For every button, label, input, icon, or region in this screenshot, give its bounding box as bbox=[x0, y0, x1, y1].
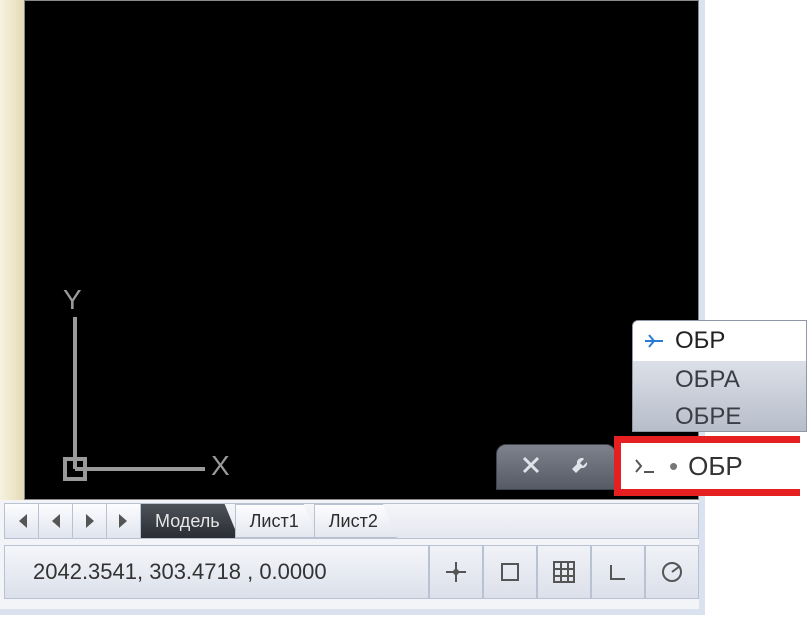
suggestion-label: ОБРЕ bbox=[675, 403, 741, 431]
tab-nav-prev[interactable] bbox=[39, 504, 73, 538]
app-frame: Y X Модель Лист1 Лист2 2042.3541, 303.47… bbox=[0, 0, 705, 615]
wrench-icon[interactable] bbox=[569, 454, 591, 481]
command-suggestions-popup: ОБР ОБРА ОБРЕ bbox=[632, 320, 807, 432]
tab-nav-next[interactable] bbox=[73, 504, 107, 538]
tab-model[interactable]: Модель bbox=[141, 504, 239, 538]
status-toggle-ortho-icon[interactable] bbox=[590, 546, 644, 598]
suggestion-label: ОБР bbox=[675, 327, 725, 355]
layout-tabbar: Модель Лист1 Лист2 bbox=[4, 503, 699, 539]
cursor-coordinates: 2042.3541, 303.4718 , 0.0000 bbox=[5, 559, 428, 585]
status-bar: 2042.3541, 303.4718 , 0.0000 bbox=[4, 545, 699, 599]
model-viewport[interactable]: Y X bbox=[24, 0, 699, 500]
ucs-y-label: Y bbox=[63, 289, 82, 315]
tab-nav-last[interactable] bbox=[107, 504, 141, 538]
suggestion-item[interactable]: ОБР bbox=[633, 321, 806, 361]
command-line-handle[interactable] bbox=[496, 444, 616, 490]
tab-sheet2[interactable]: Лист2 bbox=[314, 504, 397, 538]
tab-nav-first[interactable] bbox=[5, 504, 39, 538]
suggestion-label: ОБРА bbox=[675, 366, 740, 394]
status-toggle-cursor-icon[interactable] bbox=[428, 546, 482, 598]
tab-label: Модель bbox=[155, 511, 220, 532]
close-icon[interactable] bbox=[521, 455, 541, 480]
status-toggle-grid-icon[interactable] bbox=[536, 546, 590, 598]
status-toggle-snap-icon[interactable] bbox=[482, 546, 536, 598]
ucs-icon: Y X bbox=[55, 289, 235, 489]
ucs-x-label: X bbox=[211, 450, 230, 481]
status-toggle-polar-icon[interactable] bbox=[644, 546, 698, 598]
command-input-text: ОБР bbox=[688, 451, 743, 482]
suggestion-item[interactable]: ОБРА bbox=[633, 361, 806, 398]
trim-icon bbox=[641, 332, 667, 350]
suggestion-item[interactable]: ОБРЕ bbox=[633, 398, 806, 432]
command-prompt-icon bbox=[631, 455, 659, 477]
command-input-box[interactable]: • ОБР bbox=[614, 436, 800, 496]
tab-sheet1[interactable]: Лист1 bbox=[235, 504, 318, 538]
left-palette-edge bbox=[0, 0, 24, 500]
tab-label: Лист2 bbox=[329, 511, 378, 532]
tab-label: Лист1 bbox=[250, 511, 299, 532]
